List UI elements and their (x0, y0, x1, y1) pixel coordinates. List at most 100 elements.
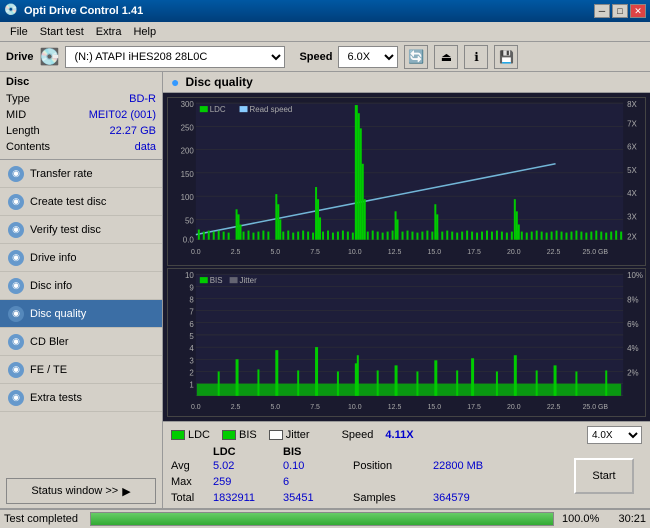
max-label: Max (171, 474, 213, 490)
create-test-disc-icon: ◉ (8, 194, 24, 210)
max-ldc: 259 (213, 474, 283, 490)
svg-text:0.0: 0.0 (191, 404, 201, 411)
maximize-button[interactable]: □ (612, 4, 628, 18)
nav-verify-test-disc-label: Verify test disc (30, 224, 101, 236)
close-button[interactable]: ✕ (630, 4, 646, 18)
svg-text:100: 100 (181, 193, 195, 202)
nav-verify-test-disc[interactable]: ◉ Verify test disc (0, 216, 162, 244)
save-button[interactable]: 💾 (494, 45, 518, 69)
nav-disc-quality-label: Disc quality (30, 308, 86, 320)
svg-text:2: 2 (189, 368, 194, 377)
svg-text:0.0: 0.0 (183, 236, 195, 245)
nav-cd-bler-label: CD Bler (30, 336, 69, 348)
svg-text:4: 4 (189, 344, 194, 353)
minimize-button[interactable]: ─ (594, 4, 610, 18)
drive-info-icon: ◉ (8, 250, 24, 266)
svg-text:10.0: 10.0 (348, 249, 362, 256)
svg-text:150: 150 (181, 170, 195, 179)
svg-text:3: 3 (189, 356, 194, 365)
svg-text:8: 8 (189, 295, 194, 304)
col-header-empty (171, 446, 213, 458)
disc-type-label: Type (6, 91, 30, 107)
drive-label: Drive (6, 51, 34, 63)
svg-text:22.5: 22.5 (547, 404, 561, 411)
drive-select[interactable]: (N:) ATAPI iHES208 28L0C (65, 46, 285, 68)
svg-text:Read speed: Read speed (249, 105, 292, 114)
start-button[interactable]: Start (574, 458, 634, 494)
svg-text:50: 50 (185, 216, 194, 225)
status-window-label: Status window >> (31, 485, 118, 497)
menu-extra[interactable]: Extra (90, 24, 128, 40)
menu-file[interactable]: File (4, 24, 34, 40)
elapsed-time: 30:21 (606, 513, 646, 525)
nav-cd-bler[interactable]: ◉ CD Bler (0, 328, 162, 356)
charts-area: 300 250 200 150 100 50 0.0 8X 7X 6X 5X 4… (163, 93, 650, 421)
progress-bar-fill (91, 513, 553, 525)
svg-text:200: 200 (181, 147, 195, 156)
title-bar: 💿 Opti Drive Control 1.41 ─ □ ✕ (0, 0, 650, 22)
ldc-legend: LDC (171, 429, 210, 441)
nav-disc-info[interactable]: ◉ Disc info (0, 272, 162, 300)
total-ldc: 1832911 (213, 490, 283, 506)
extra-tests-icon: ◉ (8, 390, 24, 406)
ldc-color-box (171, 430, 185, 440)
speed-select[interactable]: 6.0X (338, 46, 398, 68)
jitter-legend-label: Jitter (286, 429, 310, 441)
disc-type-row: Type BD-R (6, 91, 156, 107)
svg-text:4%: 4% (627, 344, 638, 353)
nav-transfer-rate[interactable]: ◉ Transfer rate (0, 160, 162, 188)
nav-fe-te[interactable]: ◉ FE / TE (0, 356, 162, 384)
position-value: 22800 MB (433, 458, 483, 474)
jitter-legend: Jitter (269, 429, 310, 441)
total-bis: 35451 (283, 490, 353, 506)
svg-text:20.0: 20.0 (507, 404, 521, 411)
total-label: Total (171, 490, 213, 506)
content-header-title: Disc quality (185, 75, 252, 89)
speed-dropdown[interactable]: 4.0X (587, 426, 642, 444)
svg-text:12.5: 12.5 (388, 249, 402, 256)
ldc-chart: 300 250 200 150 100 50 0.0 8X 7X 6X 5X 4… (167, 97, 646, 266)
svg-text:BIS: BIS (210, 276, 223, 285)
svg-text:8%: 8% (627, 295, 638, 304)
nav-create-test-disc[interactable]: ◉ Create test disc (0, 188, 162, 216)
svg-text:12.5: 12.5 (388, 404, 402, 411)
menu-help[interactable]: Help (127, 24, 162, 40)
eject-button[interactable]: ⏏ (434, 45, 458, 69)
status-window-button[interactable]: Status window >> ▶ (6, 478, 156, 504)
svg-text:6X: 6X (627, 142, 637, 151)
bis-color-box (222, 430, 236, 440)
samples-label: Samples (353, 490, 433, 506)
app-icon: 💿 (4, 3, 20, 19)
svg-text:Jitter: Jitter (240, 276, 258, 285)
avg-bis: 0.10 (283, 458, 353, 474)
nav-drive-info[interactable]: ◉ Drive info (0, 244, 162, 272)
disc-section: Disc Type BD-R MID MEIT02 (001) Length 2… (0, 72, 162, 160)
menu-start-test[interactable]: Start test (34, 24, 90, 40)
svg-text:300: 300 (181, 100, 195, 109)
transfer-rate-icon: ◉ (8, 166, 24, 182)
speed-legend-label: Speed (342, 429, 374, 441)
disc-section-title: Disc (6, 76, 156, 88)
svg-text:15.0: 15.0 (428, 249, 442, 256)
info-button[interactable]: ℹ (464, 45, 488, 69)
svg-text:LDC: LDC (210, 105, 226, 114)
svg-text:25.0 GB: 25.0 GB (583, 404, 609, 411)
svg-text:6: 6 (189, 320, 194, 329)
refresh-button[interactable]: 🔄 (404, 45, 428, 69)
nav-extra-tests[interactable]: ◉ Extra tests (0, 384, 162, 412)
svg-text:7.5: 7.5 (310, 249, 320, 256)
svg-text:5X: 5X (627, 166, 637, 175)
disc-contents-label: Contents (6, 139, 50, 155)
nav-drive-info-label: Drive info (30, 252, 76, 264)
nav-disc-quality[interactable]: ◉ Disc quality (0, 300, 162, 328)
disc-mid-value: MEIT02 (001) (89, 107, 156, 123)
svg-text:15.0: 15.0 (428, 404, 442, 411)
nav-disc-info-label: Disc info (30, 280, 72, 292)
main-layout: Disc Type BD-R MID MEIT02 (001) Length 2… (0, 72, 650, 508)
disc-mid-label: MID (6, 107, 26, 123)
verify-test-disc-icon: ◉ (8, 222, 24, 238)
content-header-icon: ● (171, 74, 179, 90)
max-bis: 6 (283, 474, 353, 490)
drive-bar: Drive 💽 (N:) ATAPI iHES208 28L0C Speed 6… (0, 42, 650, 72)
sidebar-nav: ◉ Transfer rate ◉ Create test disc ◉ Ver… (0, 160, 162, 474)
